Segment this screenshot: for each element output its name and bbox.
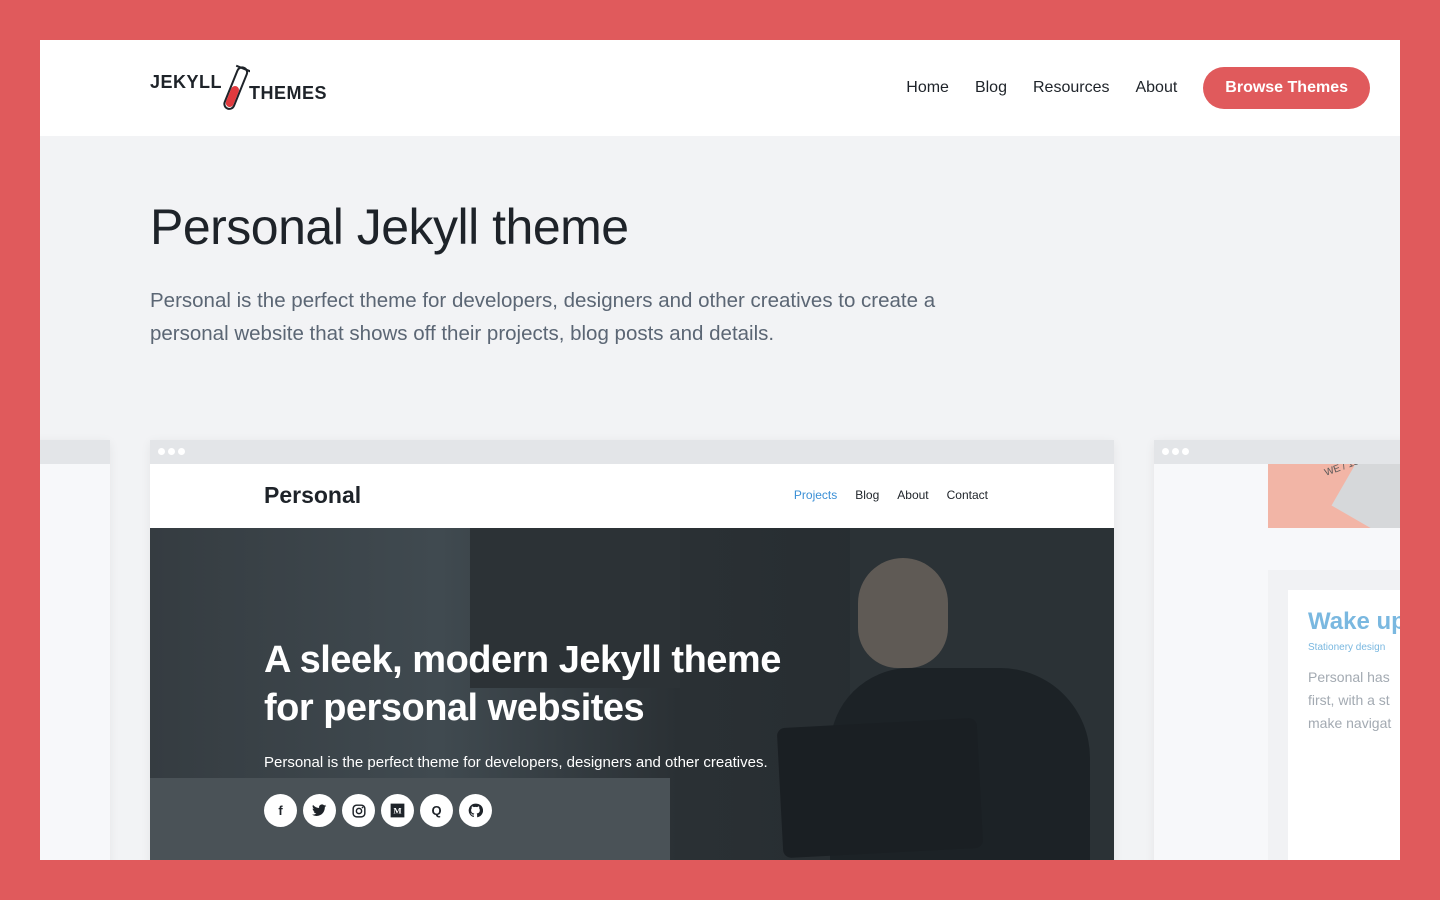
preview-nav-projects: Projects <box>793 488 838 502</box>
page-frame: JEKYLL THEMES Home Blog Resources About … <box>40 40 1400 860</box>
facebook-icon: f <box>264 794 297 827</box>
logo-word-themes: THEMES <box>249 83 328 103</box>
preview-nav-blog: Blog <box>855 488 880 502</box>
preview-nav: Projects Blog About Contact <box>776 488 988 502</box>
site-header: JEKYLL THEMES Home Blog Resources About … <box>40 40 1400 136</box>
page-title: Personal Jekyll theme <box>150 199 629 255</box>
browser-bar <box>1154 440 1400 464</box>
side-tag: Stationery design <box>1308 642 1386 653</box>
nav-home[interactable]: Home <box>906 68 949 108</box>
browser-dots <box>158 448 188 455</box>
nav-blog[interactable]: Blog <box>975 68 1007 108</box>
twitter-icon <box>303 794 336 827</box>
preview-nav-contact: Contact <box>946 488 988 502</box>
nav-resources[interactable]: Resources <box>1033 68 1109 108</box>
instagram-icon <box>342 794 375 827</box>
preview-subtitle: Personal is the perfect theme for develo… <box>264 754 768 771</box>
preview-brand: Personal <box>264 482 362 508</box>
preview-site-header: Personal Projects Blog About Contact <box>150 464 1114 528</box>
stationery-image: WE / 15 <box>1268 464 1400 528</box>
github-icon <box>459 794 492 827</box>
logo-word-jekyll: JEKYLL <box>150 72 223 92</box>
browser-bar <box>150 440 1114 464</box>
preview-social-links: f M Q <box>264 794 498 827</box>
browser-bar <box>40 440 110 464</box>
nav-about[interactable]: About <box>1135 68 1177 108</box>
theme-preview-card-previous[interactable] <box>40 440 110 860</box>
browser-dots <box>1162 448 1192 455</box>
quora-icon: Q <box>420 794 453 827</box>
laptop <box>776 717 984 859</box>
preview-nav-about: About <box>897 488 929 502</box>
test-tube-icon <box>223 64 250 110</box>
jekyll-themes-logo[interactable]: JEKYLL THEMES <box>150 64 340 116</box>
main-nav: Home Blog Resources About Browse Themes <box>906 67 1370 109</box>
browse-themes-button[interactable]: Browse Themes <box>1203 67 1370 109</box>
side-text: Personal has first, with a st make navig… <box>1308 669 1392 731</box>
preview-headline: A sleek, modern Jekyll theme for persona… <box>264 639 781 729</box>
medium-icon: M <box>381 794 414 827</box>
theme-preview-card[interactable]: Personal Projects Blog About Contact A s… <box>150 440 1114 860</box>
svg-text:M: M <box>393 806 401 816</box>
preview-hero-image: A sleek, modern Jekyll theme for persona… <box>150 528 1114 860</box>
page-description: Personal is the perfect theme for develo… <box>150 289 936 345</box>
side-title: Wake up <box>1308 608 1400 635</box>
theme-preview-card-next[interactable]: WE / 15 Wake up Stationery design Person… <box>1154 440 1400 860</box>
